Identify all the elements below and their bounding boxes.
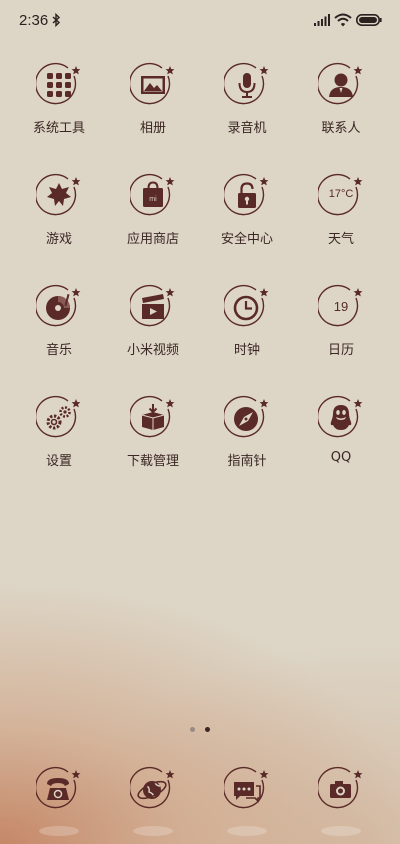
music-disc-icon	[36, 284, 82, 330]
phone-icon	[36, 766, 82, 812]
app-mi-video[interactable]: 小米视频	[106, 284, 200, 358]
download-box-icon	[130, 395, 176, 441]
app-downloads[interactable]: 下载管理	[106, 395, 200, 469]
app-settings[interactable]: 设置	[12, 395, 106, 469]
weather-temperature: 17°C	[328, 188, 354, 200]
app-app-store[interactable]: mi 应用商店	[106, 173, 200, 247]
app-games[interactable]: 游戏	[12, 173, 106, 247]
qq-penguin-icon	[318, 395, 364, 441]
messages-icon	[224, 766, 270, 812]
app-label: QQ	[330, 450, 352, 465]
app-label: 时钟	[233, 343, 260, 358]
signal-strength-icon	[314, 14, 330, 26]
app-recorder[interactable]: 录音机	[200, 62, 294, 136]
app-label: 指南针	[227, 454, 267, 469]
microphone-icon	[224, 62, 270, 108]
gallery-icon	[130, 62, 176, 108]
dock-reflection	[321, 826, 361, 836]
status-bar: 2:36	[0, 0, 400, 44]
dock-reflection	[133, 826, 173, 836]
dock-browser[interactable]	[106, 766, 200, 812]
bluetooth-icon	[52, 13, 61, 27]
app-gallery[interactable]: 相册	[106, 62, 200, 136]
app-security[interactable]: 安全中心	[200, 173, 294, 247]
battery-icon	[356, 14, 382, 26]
dock-messages[interactable]	[200, 766, 294, 812]
dock-reflection	[39, 826, 79, 836]
contacts-icon	[318, 62, 364, 108]
games-icon	[36, 173, 82, 219]
clock-icon	[224, 284, 270, 330]
browser-globe-icon	[130, 766, 176, 812]
app-qq[interactable]: QQ	[294, 395, 388, 465]
page-indicator	[0, 727, 400, 735]
app-weather[interactable]: 17°C 天气	[294, 173, 388, 247]
app-label: 设置	[45, 454, 72, 469]
app-music[interactable]: 音乐	[12, 284, 106, 358]
app-system-tools[interactable]: 系统工具	[12, 62, 106, 136]
app-label: 小米视频	[126, 343, 179, 358]
app-label: 系统工具	[32, 121, 85, 136]
video-clapper-icon	[130, 284, 176, 330]
page-dot-1[interactable]	[190, 727, 195, 732]
app-label: 相册	[139, 121, 166, 136]
app-label: 安全中心	[220, 232, 273, 247]
security-lock-icon	[224, 173, 270, 219]
wifi-icon	[334, 13, 352, 27]
app-clock[interactable]: 时钟	[200, 284, 294, 358]
app-label: 音乐	[45, 343, 72, 358]
app-label: 应用商店	[126, 232, 179, 247]
weather-icon: 17°C	[318, 173, 364, 219]
calendar-icon: 19	[318, 284, 364, 330]
dock-phone[interactable]	[12, 766, 106, 812]
svg-text:mi: mi	[149, 196, 157, 203]
dock-camera[interactable]	[294, 766, 388, 812]
app-label: 游戏	[45, 232, 72, 247]
page-dot-2[interactable]	[205, 727, 210, 732]
app-compass[interactable]: 指南针	[200, 395, 294, 469]
camera-icon	[318, 766, 364, 812]
dock	[0, 766, 400, 816]
compass-icon	[224, 395, 270, 441]
dock-reflection	[227, 826, 267, 836]
app-label: 日历	[327, 343, 354, 358]
app-store-icon: mi	[130, 173, 176, 219]
app-label: 录音机	[227, 121, 267, 136]
calendar-date: 19	[333, 299, 349, 314]
settings-gears-icon	[36, 395, 82, 441]
app-label: 下载管理	[126, 454, 179, 469]
app-label: 天气	[327, 232, 354, 247]
tools-folder-icon	[36, 62, 82, 108]
app-contacts[interactable]: 联系人	[294, 62, 388, 136]
app-label: 联系人	[321, 121, 361, 136]
app-calendar[interactable]: 19 日历	[294, 284, 388, 358]
status-time: 2:36	[19, 12, 49, 29]
